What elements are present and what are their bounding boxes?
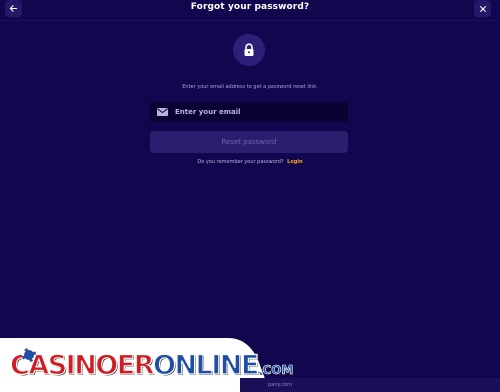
instruction-text: Enter your email address to get a passwo… (182, 84, 318, 90)
footer-text-fragment: pany.com (268, 382, 292, 388)
forgot-password-screen: Forgot your password? Enter your email a… (0, 0, 500, 392)
reset-password-button[interactable]: Reset password (150, 131, 348, 153)
poker-chip-icon (22, 348, 36, 362)
close-button[interactable] (474, 0, 491, 17)
header-divider (0, 20, 500, 21)
logo-tld: .COM (257, 363, 294, 378)
mail-icon (157, 108, 168, 116)
close-icon (479, 5, 486, 12)
casinoer-watermark: pany.com CASINOERONLINE.COM (0, 338, 500, 392)
remember-row: Do you remember your password? Login (0, 159, 500, 165)
header: Forgot your password? (0, 0, 500, 18)
login-link[interactable]: Login (287, 159, 302, 165)
logo-part-2: ONLINE (152, 349, 260, 381)
lock-badge (233, 34, 265, 66)
remember-text: Do you remember your password? (197, 159, 284, 165)
lock-icon (244, 43, 254, 56)
email-field[interactable] (150, 102, 348, 122)
page-title: Forgot your password? (190, 2, 310, 12)
email-input[interactable] (175, 108, 348, 116)
casinoer-logo: CASINOERONLINE.COM (9, 349, 294, 381)
